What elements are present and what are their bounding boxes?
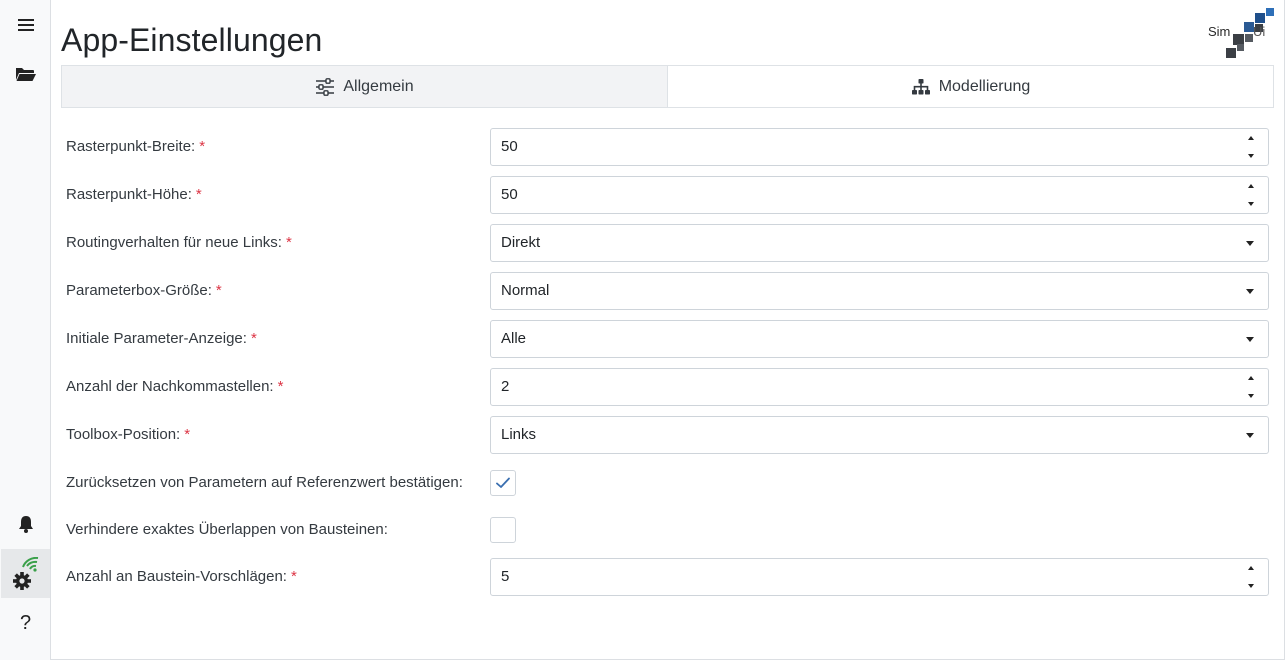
bell-icon	[18, 515, 33, 533]
setting-label: Parameterbox-Größe: *	[66, 282, 222, 299]
required-mark: *	[285, 234, 292, 251]
chevron-down-icon[interactable]	[1246, 289, 1254, 294]
setting-label: Initiale Parameter-Anzeige: *	[66, 330, 257, 347]
setting-row-rasterpunkt-breite: Rasterpunkt-Breite: * 50	[61, 128, 1274, 166]
field-value: 5	[501, 568, 510, 585]
field-value: 50	[501, 186, 518, 203]
sitemap-icon	[911, 78, 930, 94]
setting-label: Routingverhalten für neue Links: *	[66, 234, 292, 251]
question-icon: ?	[19, 612, 32, 634]
logo-text-sim: Sim	[1208, 24, 1231, 39]
parameterbox-groesse-select[interactable]: Normal	[490, 272, 1269, 310]
number-spinner[interactable]	[1246, 564, 1256, 590]
tab-allgemein[interactable]: Allgemein	[62, 66, 668, 107]
setting-row-parameterbox-groesse: Parameterbox-Größe: * Normal	[61, 272, 1274, 310]
notifications-button[interactable]	[1, 499, 50, 548]
field-value: 2	[501, 378, 510, 395]
setting-row-routingverhalten: Routingverhalten für neue Links: * Direkt	[61, 224, 1274, 262]
tab-modellierung[interactable]: Modellierung	[668, 66, 1273, 107]
required-mark: *	[184, 426, 191, 443]
setting-row-zuruecksetzen-bestaetigen: Zurücksetzen von Parametern auf Referenz…	[61, 464, 1274, 502]
setting-label: Toolbox-Position: *	[66, 426, 191, 443]
baustein-vorschlaege-input[interactable]: 5	[490, 558, 1269, 596]
chevron-down-icon[interactable]	[1246, 337, 1254, 342]
check-icon	[496, 477, 510, 488]
required-mark: *	[277, 378, 284, 395]
field-value: Normal	[501, 282, 550, 299]
logo-text-ui: Ui	[1253, 24, 1266, 39]
field-value: Links	[501, 426, 537, 443]
toolbox-position-select[interactable]: Links	[490, 416, 1269, 454]
setting-label: Zurücksetzen von Parametern auf Referenz…	[66, 474, 463, 491]
rasterpunkt-breite-input[interactable]: 50	[490, 128, 1269, 166]
menu-button[interactable]	[1, 0, 50, 49]
page-title: App-Einstellungen	[61, 22, 323, 58]
setting-label: Anzahl der Nachkommastellen: *	[66, 378, 284, 395]
setting-row-rasterpunkt-hoehe: Rasterpunkt-Höhe: * 50	[61, 176, 1274, 214]
settings-tabs: Allgemein Modellierung	[61, 65, 1274, 108]
number-spinner[interactable]	[1246, 182, 1256, 208]
hamburger-icon	[17, 18, 34, 31]
setting-row-baustein-vorschlaege: Anzahl an Baustein-Vorschlägen: * 5	[61, 558, 1274, 596]
zuruecksetzen-bestaetigen-checkbox[interactable]	[490, 470, 516, 496]
setting-label: Rasterpunkt-Breite: *	[66, 138, 206, 155]
required-mark: *	[215, 282, 222, 299]
field-value: Direkt	[501, 234, 541, 251]
folder-open-icon	[15, 67, 36, 81]
decrement-icon[interactable]	[1248, 154, 1254, 158]
ueberlappen-verhindern-checkbox[interactable]	[490, 517, 516, 543]
setting-row-ueberlappen-verhindern: Verhindere exaktes Überlappen von Bauste…	[61, 511, 1274, 549]
help-button[interactable]: ?	[1, 599, 50, 648]
tab-modellierung-label: Modellierung	[938, 77, 1031, 95]
increment-icon[interactable]	[1248, 566, 1254, 570]
sliders-icon	[316, 77, 335, 96]
open-project-button[interactable]	[1, 49, 50, 98]
chevron-down-icon[interactable]	[1246, 241, 1254, 246]
nachkommastellen-input[interactable]: 2	[490, 368, 1269, 406]
rasterpunkt-hoehe-input[interactable]: 50	[490, 176, 1269, 214]
sidebar: ?	[0, 0, 51, 660]
setting-row-initiale-parameter-anzeige: Initiale Parameter-Anzeige: * Alle	[61, 320, 1274, 358]
field-value: 50	[501, 138, 518, 155]
decrement-icon[interactable]	[1248, 394, 1254, 398]
settings-button[interactable]	[1, 549, 50, 598]
setting-label: Verhindere exaktes Überlappen von Bauste…	[66, 521, 388, 538]
decrement-icon[interactable]	[1248, 202, 1254, 206]
initiale-parameter-anzeige-select[interactable]: Alle	[490, 320, 1269, 358]
chevron-down-icon[interactable]	[1246, 433, 1254, 438]
setting-row-toolbox-position: Toolbox-Position: * Links	[61, 416, 1274, 454]
required-mark: *	[290, 568, 297, 585]
gear-wifi-icon	[12, 556, 38, 590]
required-mark: *	[250, 330, 257, 347]
decrement-icon[interactable]	[1248, 584, 1254, 588]
setting-row-nachkommastellen: Anzahl der Nachkommastellen: * 2	[61, 368, 1274, 406]
tab-allgemein-label: Allgemein	[343, 77, 414, 95]
increment-icon[interactable]	[1248, 376, 1254, 380]
setting-label: Rasterpunkt-Höhe: *	[66, 186, 202, 203]
increment-icon[interactable]	[1248, 136, 1254, 140]
required-mark: *	[195, 186, 202, 203]
routingverhalten-select[interactable]: Direkt	[490, 224, 1269, 262]
setting-label: Anzahl an Baustein-Vorschlägen: *	[66, 568, 297, 585]
number-spinner[interactable]	[1246, 134, 1256, 160]
field-value: Alle	[501, 330, 527, 347]
number-spinner[interactable]	[1246, 374, 1256, 400]
required-mark: *	[199, 138, 206, 155]
increment-icon[interactable]	[1248, 184, 1254, 188]
